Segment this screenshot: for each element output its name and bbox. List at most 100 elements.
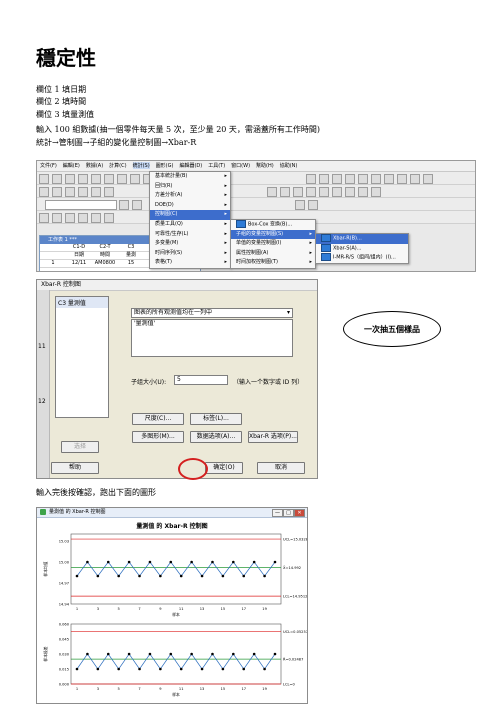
stat-menu-item-control-chart[interactable]: 控制图(C) ▸ <box>150 210 230 220</box>
chart-edit-icon[interactable] <box>305 187 316 197</box>
imr-rs-item[interactable]: I-MR-R/S（组间/组内）(I)... <box>316 253 408 263</box>
chart-b-icon[interactable] <box>331 187 342 197</box>
menu-window[interactable]: 窗口(W) <box>231 162 250 169</box>
link-icon[interactable] <box>104 187 114 197</box>
new-icon[interactable] <box>39 174 49 184</box>
bold-icon[interactable] <box>119 200 129 210</box>
scale-button[interactable]: 尺度(C)... <box>132 413 184 425</box>
help-button[interactable]: 帮助 <box>51 462 99 474</box>
menu-edit[interactable]: 編輯(E) <box>63 162 80 169</box>
data-point <box>159 574 162 578</box>
y-tick-label: 14.94 <box>59 602 70 606</box>
attribute-charts-item[interactable]: 属性控制图(A) ▸ <box>231 249 315 259</box>
menu-editor[interactable]: 編輯器(D) <box>179 162 202 169</box>
menu-help[interactable]: 幫助(H) <box>256 162 274 169</box>
print-icon[interactable] <box>78 174 88 184</box>
session-icon[interactable] <box>305 174 316 184</box>
data-point <box>75 574 79 578</box>
crosshair-icon[interactable] <box>292 187 303 197</box>
stat-menu-item[interactable]: 质量工具(Q) ▸ <box>150 220 230 230</box>
undo-icon[interactable] <box>130 174 140 184</box>
report-icon[interactable] <box>370 174 381 184</box>
mode-select[interactable]: 图表的所有观测值均在一列中 ▾ <box>131 308 293 318</box>
worksheet-icon[interactable] <box>318 174 329 184</box>
maximize-icon[interactable]: □ <box>283 509 294 517</box>
cut-icon[interactable] <box>91 174 101 184</box>
minimize-icon[interactable]: — <box>272 509 283 517</box>
subgroup-charts-item[interactable]: 子组的变量控制图(S) ▸ <box>231 229 315 240</box>
menu-file[interactable]: 文件(F) <box>40 162 57 169</box>
help-icon[interactable] <box>383 174 394 184</box>
layout-icon[interactable] <box>422 174 433 184</box>
column-list-item[interactable]: C3 量測值 <box>56 297 108 308</box>
menu-assist[interactable]: 協助(N) <box>280 162 298 169</box>
boxcox-item[interactable]: Box-Cox 变换(B)... <box>231 220 315 230</box>
font-select[interactable] <box>45 200 117 210</box>
chart-d-icon[interactable] <box>357 187 368 197</box>
stat-menu-item[interactable]: 多变量(M) ▸ <box>150 239 230 249</box>
variables-field[interactable]: '量測值' <box>131 319 293 357</box>
close-icon[interactable]: ✕ <box>294 509 305 517</box>
menu-calc[interactable]: 計算(C) <box>109 162 126 169</box>
insert-row-icon[interactable] <box>52 187 62 197</box>
data-point <box>190 560 193 564</box>
chart-window-titlebar: 量測值 的 Xbar-R 控制图 — □ ✕ <box>37 508 307 518</box>
ellipse-icon[interactable] <box>78 213 88 223</box>
column-listbox[interactable]: C3 量測值 <box>55 296 109 418</box>
stat-menu-item[interactable]: 基本統計量(B) ▸ <box>150 172 230 182</box>
instruction-line: 統計→管制圖→子組的變化量控制圖→Xbar-R <box>36 138 197 147</box>
save-icon[interactable] <box>65 174 75 184</box>
cancel-button[interactable]: 取消 <box>257 462 305 474</box>
italic-icon[interactable] <box>132 200 142 210</box>
data-point <box>273 652 277 656</box>
x-tick-label: 11 <box>179 607 184 611</box>
stat-menu-item[interactable]: 方差分析(A) ▸ <box>150 191 230 201</box>
ok-button[interactable]: 确定(O) <box>205 462 243 474</box>
xbar-r-item[interactable]: Xbar-R(B)... <box>316 234 408 244</box>
paste-icon[interactable] <box>117 174 127 184</box>
menu-graph[interactable]: 圖形(G) <box>156 162 174 169</box>
chart-a-icon[interactable] <box>318 187 329 197</box>
individuals-charts-item[interactable]: 单值的变量控制图(I) ▸ <box>231 239 315 249</box>
menu-stat[interactable]: 統計(S) <box>132 162 150 169</box>
polygon-icon[interactable] <box>104 213 114 223</box>
x-tick-label: 1 <box>76 687 78 691</box>
chart-e-icon[interactable] <box>370 187 381 197</box>
open-icon[interactable] <box>52 174 62 184</box>
stat-menu-item[interactable]: 表格(T) ▸ <box>150 258 230 268</box>
delete-icon[interactable] <box>294 200 305 210</box>
labels-button[interactable]: 标签(L)... <box>190 413 242 425</box>
copy-icon[interactable] <box>104 174 114 184</box>
zoom-icon[interactable] <box>279 187 290 197</box>
stat-menu-item[interactable]: 回归(R) ▸ <box>150 182 230 192</box>
insert-col-icon[interactable] <box>65 187 75 197</box>
menu-data[interactable]: 數據(A) <box>86 162 103 169</box>
stat-menu-item[interactable]: 可靠性/生存(L) ▸ <box>150 230 230 240</box>
select-button[interactable]: 选择 <box>61 441 99 453</box>
history-icon[interactable] <box>357 174 368 184</box>
text-icon[interactable] <box>52 213 62 223</box>
stat-menu-item[interactable]: 时间序列(S) ▸ <box>150 249 230 259</box>
menu-tools[interactable]: 工具(T) <box>208 162 225 169</box>
time-weighted-charts-item[interactable]: 时间加权控制图(T) ▸ <box>231 258 315 268</box>
xbar-s-item[interactable]: Xbar-S(A)... <box>316 243 408 254</box>
arrow-icon[interactable] <box>39 213 49 223</box>
grid-icon[interactable] <box>409 174 420 184</box>
brush-icon[interactable] <box>91 187 101 197</box>
tile-icon[interactable] <box>396 174 407 184</box>
multiple-graphs-button[interactable]: 多图形(M)... <box>132 431 184 443</box>
xbar-r-options-button[interactable]: Xbar-R 选项(P)... <box>248 431 298 443</box>
move-icon[interactable] <box>78 187 88 197</box>
info-icon[interactable] <box>344 174 355 184</box>
line-icon[interactable] <box>91 213 101 223</box>
rect-icon[interactable] <box>65 213 75 223</box>
chart-c-icon[interactable] <box>344 187 355 197</box>
data-options-button[interactable]: 数据选项(A)... <box>190 431 242 443</box>
search-icon[interactable] <box>307 200 318 210</box>
stat-menu-item[interactable]: DOE(D) ▸ <box>150 201 230 211</box>
subgroup-size-input[interactable]: 5 <box>174 375 228 385</box>
x-tick-label: 3 <box>97 687 99 691</box>
graph-icon[interactable] <box>331 174 342 184</box>
formula-icon[interactable] <box>39 187 49 197</box>
brush-select-icon[interactable] <box>266 187 277 197</box>
